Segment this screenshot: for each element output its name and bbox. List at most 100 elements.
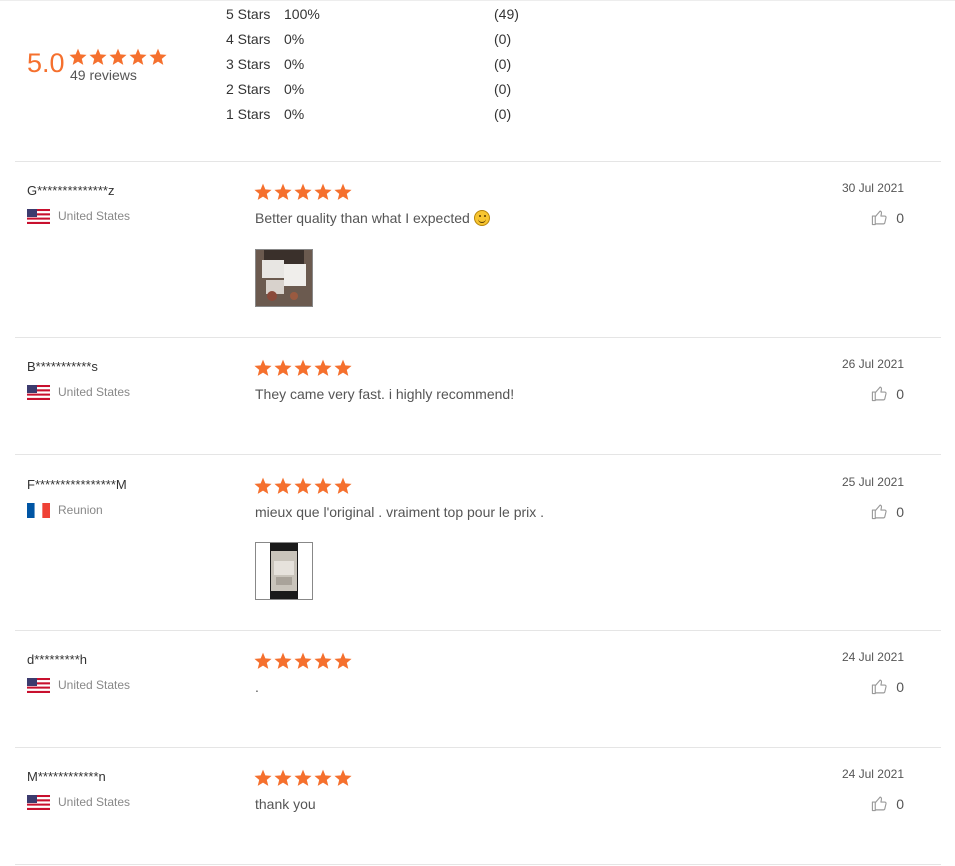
star-rating-icon xyxy=(69,48,167,65)
divider xyxy=(15,454,941,455)
reviewer-country: Reunion xyxy=(27,502,103,518)
review-text-content: Better quality than what I expected xyxy=(255,210,470,226)
reviewer-country: United States xyxy=(27,384,130,400)
review-date: 24 Jul 2021 xyxy=(841,650,904,664)
star-icon xyxy=(149,48,167,65)
reviewer-name: F****************M xyxy=(27,477,127,492)
review-text: mieux que l'original . vraiment top pour… xyxy=(255,504,545,520)
review-text: . xyxy=(255,679,259,695)
helpful-count: 0 xyxy=(896,678,904,695)
rating-percent: 0% xyxy=(284,106,305,122)
helpful-button[interactable]: 0 xyxy=(871,385,904,402)
star-icon xyxy=(294,183,312,200)
star-rating-icon xyxy=(254,769,352,786)
country-label: United States xyxy=(58,385,131,399)
rating-count: (0) xyxy=(494,81,512,97)
rating-count: (0) xyxy=(494,56,512,72)
star-icon xyxy=(109,48,127,65)
review-stars xyxy=(254,652,352,675)
review-stars xyxy=(254,769,352,792)
star-rating-icon xyxy=(254,183,352,200)
country-label: Reunion xyxy=(58,503,103,517)
review-photo[interactable] xyxy=(255,249,313,307)
review-stars xyxy=(254,477,352,500)
top-divider xyxy=(0,0,955,1)
star-icon xyxy=(89,48,107,65)
star-icon xyxy=(254,652,272,669)
star-icon xyxy=(314,359,332,376)
star-icon xyxy=(254,769,272,786)
review-date: 30 Jul 2021 xyxy=(841,181,904,195)
star-icon xyxy=(334,769,352,786)
star-icon xyxy=(294,359,312,376)
smiling-face-icon xyxy=(473,210,490,226)
star-icon xyxy=(69,48,87,65)
review-text: thank you xyxy=(255,796,316,812)
rating-percent: 0% xyxy=(284,31,305,47)
rating-label: 5 Stars xyxy=(226,6,271,22)
reviewer-name: B***********s xyxy=(27,359,98,374)
rating-percent: 0% xyxy=(284,56,305,72)
star-icon xyxy=(314,183,332,200)
reviewer-name: M************n xyxy=(27,769,106,784)
rating-label: 2 Stars xyxy=(226,81,271,97)
star-icon xyxy=(274,477,292,494)
rating-count: (0) xyxy=(494,31,512,47)
country-label: United States xyxy=(58,209,131,223)
average-rating: 5.0 xyxy=(27,48,65,78)
divider xyxy=(15,864,941,865)
helpful-count: 0 xyxy=(896,503,904,520)
star-icon xyxy=(334,183,352,200)
star-icon xyxy=(254,477,272,494)
thumbs-up-icon xyxy=(872,679,887,695)
helpful-button[interactable]: 0 xyxy=(871,678,904,695)
star-icon xyxy=(334,652,352,669)
reviewer-country: United States xyxy=(27,794,130,810)
star-icon xyxy=(294,652,312,669)
star-rating-icon xyxy=(254,652,352,669)
star-icon xyxy=(274,359,292,376)
review-count: 49 reviews xyxy=(70,67,137,83)
star-rating-icon xyxy=(254,359,352,376)
rating-percent: 100% xyxy=(284,6,320,22)
rating-percent: 0% xyxy=(284,81,305,97)
rating-label: 1 Stars xyxy=(226,106,271,122)
us-flag-icon xyxy=(27,384,50,400)
star-rating-icon xyxy=(254,477,352,494)
reviewer-country: United States xyxy=(27,208,130,224)
thumbs-up-icon xyxy=(872,210,887,226)
review-date: 25 Jul 2021 xyxy=(841,475,904,489)
helpful-count: 0 xyxy=(896,209,904,226)
helpful-button[interactable]: 0 xyxy=(871,503,904,520)
star-icon xyxy=(334,359,352,376)
review-text: They came very fast. i highly recommend! xyxy=(255,386,515,402)
review-photo-image xyxy=(256,543,312,599)
review-photo[interactable] xyxy=(255,542,313,600)
reviewer-name: d*********h xyxy=(27,652,87,667)
star-icon xyxy=(274,652,292,669)
country-label: United States xyxy=(58,795,131,809)
helpful-count: 0 xyxy=(896,795,904,812)
review-photo-image xyxy=(256,250,312,306)
star-icon xyxy=(274,183,292,200)
us-flag-icon xyxy=(27,208,50,224)
divider xyxy=(15,337,941,338)
review-date: 24 Jul 2021 xyxy=(841,767,904,781)
rating-count: (49) xyxy=(494,6,519,22)
star-icon xyxy=(334,477,352,494)
review-stars xyxy=(254,183,352,206)
fr-flag-icon xyxy=(27,502,50,518)
thumbs-up-icon xyxy=(872,796,887,812)
rating-label: 3 Stars xyxy=(226,56,271,72)
star-icon xyxy=(314,769,332,786)
helpful-button[interactable]: 0 xyxy=(871,795,904,812)
helpful-button[interactable]: 0 xyxy=(871,209,904,226)
thumbs-up-icon xyxy=(872,504,887,520)
star-icon xyxy=(129,48,147,65)
rating-label: 4 Stars xyxy=(226,31,271,47)
helpful-count: 0 xyxy=(896,385,904,402)
reviewer-country: United States xyxy=(27,677,130,693)
divider xyxy=(15,630,941,631)
reviewer-name: G**************z xyxy=(27,183,115,198)
star-icon xyxy=(314,652,332,669)
